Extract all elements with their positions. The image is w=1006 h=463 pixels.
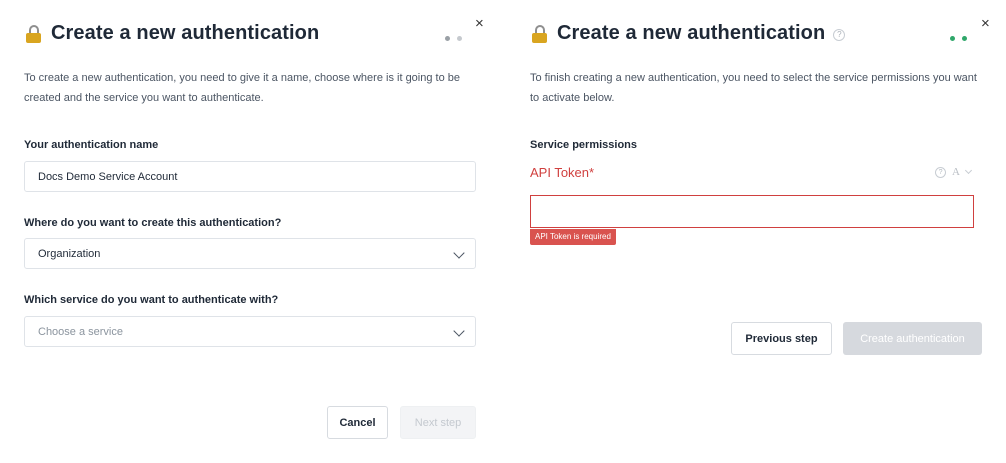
close-icon[interactable]: × [981,16,990,31]
dialog-header: Create a new authentication ? [532,22,846,45]
auth-name-value: Docs Demo Service Account [38,170,178,183]
dialog-description: To finish creating a new authentication,… [530,72,977,104]
chevron-down-icon [453,247,465,259]
create-auth-step1-dialog: Create a new authentication × To create … [0,0,500,463]
chevron-down-icon [453,325,465,337]
next-step-button[interactable]: Next step [400,406,476,439]
lock-icon [26,24,41,43]
step-dot-2 [962,36,967,41]
create-auth-step2-dialog: Create a new authentication ? × To finis… [506,0,1006,463]
step-indicator [950,36,967,41]
service-placeholder: Choose a service [38,325,123,338]
api-token-error: API Token is required [530,229,616,245]
font-toggle[interactable]: A [952,166,960,178]
cancel-button[interactable]: Cancel [327,406,388,439]
help-icon[interactable]: ? [833,29,846,41]
field-tools: ? A [935,166,973,178]
auth-name-input[interactable]: Docs Demo Service Account [24,161,476,192]
dialog-title: Create a new authentication [51,22,320,44]
close-icon[interactable]: × [475,16,484,31]
lock-icon [532,24,547,43]
auth-name-label: Your authentication name [24,139,159,151]
dialog-description: To create a new authentication, you need… [24,72,460,104]
dialog-title: Create a new authentication [557,22,826,44]
create-authentication-button[interactable]: Create authentication [843,322,982,355]
service-label: Which service do you want to authenticat… [24,294,279,306]
location-value: Organization [38,247,101,260]
location-label: Where do you want to create this authent… [24,217,282,229]
step-dot-2 [457,36,462,41]
step-dot-1 [950,36,955,41]
api-token-label: API Token* [530,165,595,180]
service-select[interactable]: Choose a service [24,316,476,347]
previous-step-button[interactable]: Previous step [731,322,832,355]
location-select[interactable]: Organization [24,238,476,269]
step-indicator [445,36,462,41]
service-permissions-label: Service permissions [530,139,638,151]
api-token-input[interactable] [530,195,974,228]
help-icon[interactable]: ? [935,166,947,178]
step-dot-1 [445,36,450,41]
dialog-header: Create a new authentication [26,22,319,45]
chevron-down-icon[interactable] [964,166,973,175]
